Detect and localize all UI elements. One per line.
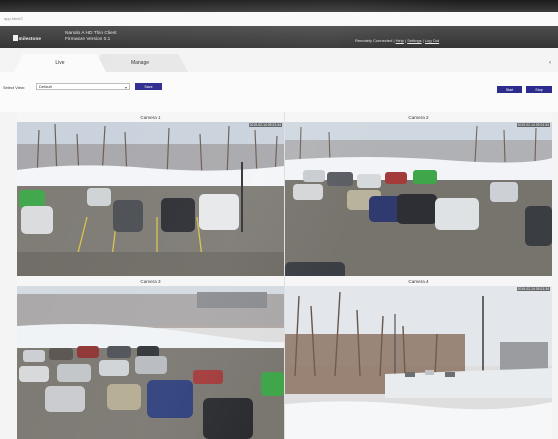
camera-2-timestamp: 2019-02-14 09:21:34: [516, 123, 550, 127]
address-text: app.html/2: [4, 16, 23, 21]
logout-link[interactable]: Log Out: [425, 38, 439, 43]
tab-manage[interactable]: Manage: [92, 54, 188, 72]
select-view-label: Select View:: [3, 85, 25, 90]
chevron-left-icon[interactable]: ‹: [549, 60, 551, 66]
address-bar[interactable]: app.html/2: [0, 12, 558, 27]
app-header: milestone Nanolo A HD Thin Client Firmwa…: [0, 26, 558, 48]
screen: app.html/2 milestone Nanolo A HD Thin Cl…: [0, 0, 558, 439]
camera-4-label: Camera 4: [285, 276, 552, 286]
connection-status: Remotely Connected: [355, 38, 393, 43]
camera-2-label: Camera 2: [285, 112, 552, 122]
stop-button[interactable]: Stop: [526, 86, 552, 93]
logo-mark-icon: [13, 35, 18, 41]
start-button[interactable]: Start: [497, 86, 522, 93]
view-select[interactable]: Default ▾: [36, 83, 130, 90]
camera-4-timestamp: 2019-02-14 09:21:34: [516, 287, 550, 291]
chevron-down-icon: ▾: [124, 85, 127, 90]
tab-bar: Manage Live ‹: [0, 48, 558, 72]
logo-text: milestone: [18, 35, 41, 41]
camera-3-label: Camera 3: [17, 276, 284, 286]
camera-grid: Camera 1 2019-02-14 09:21:34 Camera 2 20…: [17, 112, 552, 439]
help-link[interactable]: Help: [396, 38, 404, 43]
app-title-line2: Firmware Version 0.1: [65, 37, 111, 42]
tab-live[interactable]: Live: [14, 54, 106, 72]
camera-4-image: [285, 286, 552, 439]
header-links: Remotely Connected | Help | Settings | L…: [355, 38, 440, 43]
camera-1-feed[interactable]: 2019-02-14 09:21:34 AXIS P1428-E: [17, 122, 284, 285]
camera-2-feed[interactable]: 2019-02-14 09:21:34 AXIS P1428-E: [285, 122, 552, 285]
settings-link[interactable]: Settings: [407, 38, 421, 43]
view-toolbar: Select View: Default ▾ Save Start Stop: [0, 72, 558, 112]
camera-3-image: [17, 286, 284, 439]
camera-1-timestamp: 2019-02-14 09:21:34: [248, 123, 282, 127]
camera-3-feed[interactable]: [17, 286, 284, 439]
brand-logo: milestone: [13, 35, 41, 41]
camera-4-feed[interactable]: 2019-02-14 09:21:34: [285, 286, 552, 439]
save-view-button[interactable]: Save: [135, 83, 162, 90]
view-select-value: Default: [39, 84, 52, 89]
camera-2-image: [285, 122, 552, 285]
camera-1-image: [17, 122, 284, 285]
monitor-bezel: [0, 0, 558, 12]
camera-1-label: Camera 1: [17, 112, 284, 122]
app-title: Nanolo A HD Thin Client Firmware Version…: [65, 31, 117, 43]
